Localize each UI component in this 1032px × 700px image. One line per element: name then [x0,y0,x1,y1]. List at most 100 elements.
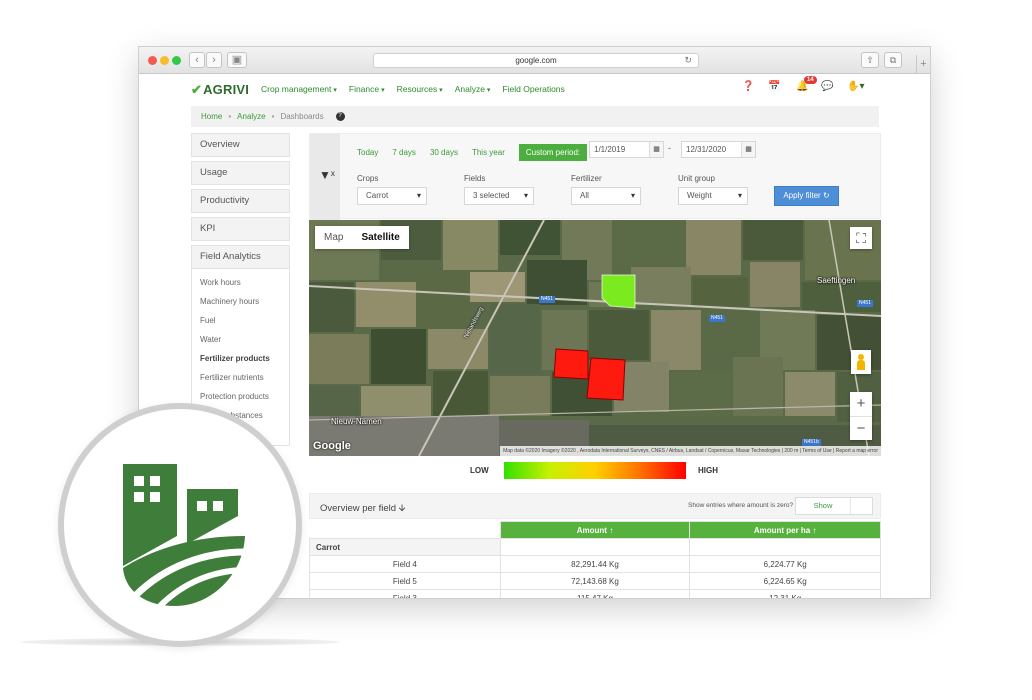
period-custom[interactable]: Custom period: [518,144,588,161]
header-icons: ❓ 📅 🔔 14 💬 ✋▾ [742,76,882,97]
nav-crop-management[interactable]: Crop management [261,84,337,94]
sidebar-item-field-analytics[interactable]: Field Analytics [191,245,290,269]
share-icon[interactable]: ⇧ [861,52,879,68]
map-attribution[interactable]: Map data ©2020 Imagery ©2020 , Aerodata … [500,446,881,456]
column-header-amount-per-ha[interactable]: Amount per ha ↑ [689,521,881,539]
submenu-fuel[interactable]: Fuel [192,311,289,330]
map-tab-map[interactable]: Map [315,226,352,249]
column-header-amount[interactable]: Amount ↑ [499,521,691,539]
submenu-protection-products[interactable]: Protection products [192,387,289,406]
sidebar-toggle-icon[interactable]: ▣ [227,52,247,68]
place-label: Nieuw-Namen [331,417,382,426]
agrivi-logo[interactable]: ✔AGRIVI [191,82,249,98]
tabs-icon[interactable]: ⧉ [884,52,902,68]
maximize-window-button[interactable] [172,56,181,65]
breadcrumb-analyze[interactable]: Analyze [237,112,265,121]
nav-analyze[interactable]: Analyze [455,84,491,94]
breadcrumb-home[interactable]: Home [201,112,222,121]
table-row: Field 3 115.47 Kg 12.31 Kg [309,589,881,598]
forward-icon[interactable]: › [206,52,222,68]
road-label: N451 [709,315,725,322]
minimize-window-button[interactable] [160,56,169,65]
place-label: Saeftingen [817,276,856,285]
amount-per-ha-value: 6,224.65 Kg [689,572,881,590]
clear-filter-button[interactable]: ▼ˣ [310,134,340,220]
back-icon[interactable]: ‹ [189,52,205,68]
zoom-out-button[interactable]: − [850,416,872,440]
unit-group-label: Unit group [678,174,715,183]
satellite-imagery [309,220,881,456]
fields-select[interactable]: 3 selected [464,187,534,205]
map-tab-satellite[interactable]: Satellite [352,226,408,249]
browser-toolbar: ‹ › ▣ google.com ↻ ⇧ ⧉ + [139,47,930,74]
url-bar[interactable]: google.com ↻ [373,53,699,68]
top-navigation: Crop management Finance Resources Analyz… [261,84,565,94]
period-7-days[interactable]: 7 days [392,148,416,157]
calendar-icon[interactable]: 📅 [768,81,780,92]
crops-value: Carrot [366,191,389,200]
period-selector: Today 7 days 30 days This year Custom pe… [357,144,592,161]
date-range-dash: - [668,143,671,153]
nav-finance[interactable]: Finance [349,84,385,94]
amount-value: 82,291.44 Kg [499,555,691,573]
period-this-year[interactable]: This year [472,148,505,157]
sidebar-item-productivity[interactable]: Productivity [191,189,290,213]
calendar-icon[interactable]: ▦ [649,142,663,157]
close-window-button[interactable] [148,56,157,65]
help-icon[interactable]: ❓ [742,81,754,92]
fullscreen-icon[interactable]: ⛶ [850,227,872,249]
breadcrumb-separator: • [228,112,232,121]
user-menu-icon[interactable]: ✋▾ [847,81,864,92]
help-icon[interactable]: ? [335,112,345,122]
nav-resources[interactable]: Resources [397,84,443,94]
show-button[interactable]: Show [796,498,851,514]
date-to-field[interactable]: 12/31/2020 ▦ [681,141,756,158]
sidebar-item-kpi[interactable]: KPI [191,217,290,241]
submenu-work-hours[interactable]: Work hours [192,273,289,292]
farm-building-logo-icon [123,464,246,606]
table-header-row: Amount ↑ Amount per ha ↑ [309,521,881,539]
sidebar-item-usage[interactable]: Usage [191,161,290,185]
satellite-map[interactable]: Map Satellite ⛶ + − Saeftingen Nieuw-Nam… [309,220,881,456]
submenu-machinery-hours[interactable]: Machinery hours [192,292,289,311]
app-header: ✔AGRIVI Crop management Finance Resource… [139,74,930,104]
fertilizer-label: Fertilizer [571,174,602,183]
period-today[interactable]: Today [357,148,378,157]
road-label: N451 [539,296,555,303]
sidebar-item-overview[interactable]: Overview [191,133,290,157]
street-view-pegman-icon[interactable] [851,350,871,374]
crops-label: Crops [357,174,379,183]
breadcrumb: Home • Analyze • Dashboards? [191,106,879,127]
refresh-icon: ↻ [822,191,830,200]
breadcrumb-current: Dashboards [280,112,324,121]
period-30-days[interactable]: 30 days [430,148,458,157]
reload-icon[interactable]: ↻ [684,54,692,67]
crops-select[interactable]: Carrot [357,187,427,205]
show-zero-toggle[interactable]: Show [795,497,873,515]
chat-icon[interactable]: 💬 [821,81,833,92]
fertilizer-select[interactable]: All [571,187,641,205]
amount-value: 115.47 Kg [499,589,691,598]
stage: ‹ › ▣ google.com ↻ ⇧ ⧉ + ✔AGRIVI Crop ma… [0,0,1032,700]
crop-group-cell [689,538,881,556]
zoom-in-button[interactable]: + [850,392,872,416]
breadcrumb-separator: • [271,112,275,121]
new-tab-button[interactable]: + [916,55,930,74]
submenu-water[interactable]: Water [192,330,289,349]
overview-title[interactable]: Overview per field 🡫 [320,501,406,517]
crop-group-cell [499,538,691,556]
leaf-icon: ✔ [191,82,203,97]
arrow-down-icon: 🡫 [398,503,406,514]
agri-building-badge [58,403,302,647]
unit-group-select[interactable]: Weight [678,187,748,205]
apply-filter-button[interactable]: Apply filter ↻ [774,186,839,206]
submenu-fertilizer-nutrients[interactable]: Fertilizer nutrients [192,368,289,387]
dashboard-sidebar: Overview Usage Productivity KPI Field An… [191,133,290,446]
submenu-fertilizer-products[interactable]: Fertilizer products [192,349,289,368]
legend-high-label: HIGH [698,466,718,475]
crop-group-row: Carrot [309,538,881,556]
date-from-field[interactable]: 1/1/2019 ▦ [589,141,664,158]
calendar-icon[interactable]: ▦ [741,142,755,157]
field-name: Field 5 [309,572,501,590]
nav-field-operations[interactable]: Field Operations [502,84,564,94]
